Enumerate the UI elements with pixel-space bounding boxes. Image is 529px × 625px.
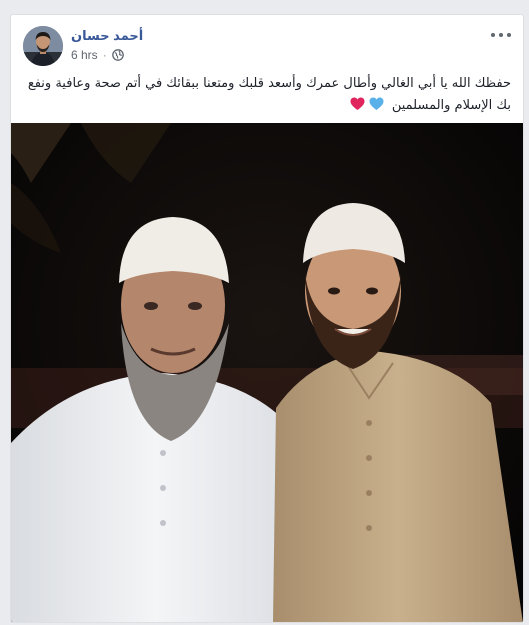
- author-avatar[interactable]: [23, 26, 63, 66]
- post-emojis: [350, 95, 384, 117]
- photo-image: [11, 123, 523, 622]
- red-heart-emoji: [350, 97, 365, 110]
- more-options-icon[interactable]: [491, 27, 511, 43]
- post-text: حفظك الله يا أبي الغالي وأطال عمرك وأسعد…: [23, 73, 511, 117]
- post-message: حفظك الله يا أبي الغالي وأطال عمرك وأسعد…: [27, 76, 511, 113]
- globe-icon[interactable]: [111, 49, 124, 61]
- author-name-link[interactable]: أحمد حسان: [71, 28, 143, 44]
- post-header: أحمد حسان 6 hrs ·: [11, 15, 523, 71]
- blue-heart-emoji: [369, 97, 384, 110]
- post-meta: 6 hrs ·: [71, 48, 124, 62]
- post-photo[interactable]: [11, 123, 523, 622]
- avatar-image: [23, 26, 63, 66]
- feed-post: أحمد حسان 6 hrs · حفظك الله يا أبي الغال…: [10, 14, 524, 623]
- meta-separator: ·: [102, 48, 107, 62]
- post-timestamp-link[interactable]: 6 hrs: [71, 48, 98, 62]
